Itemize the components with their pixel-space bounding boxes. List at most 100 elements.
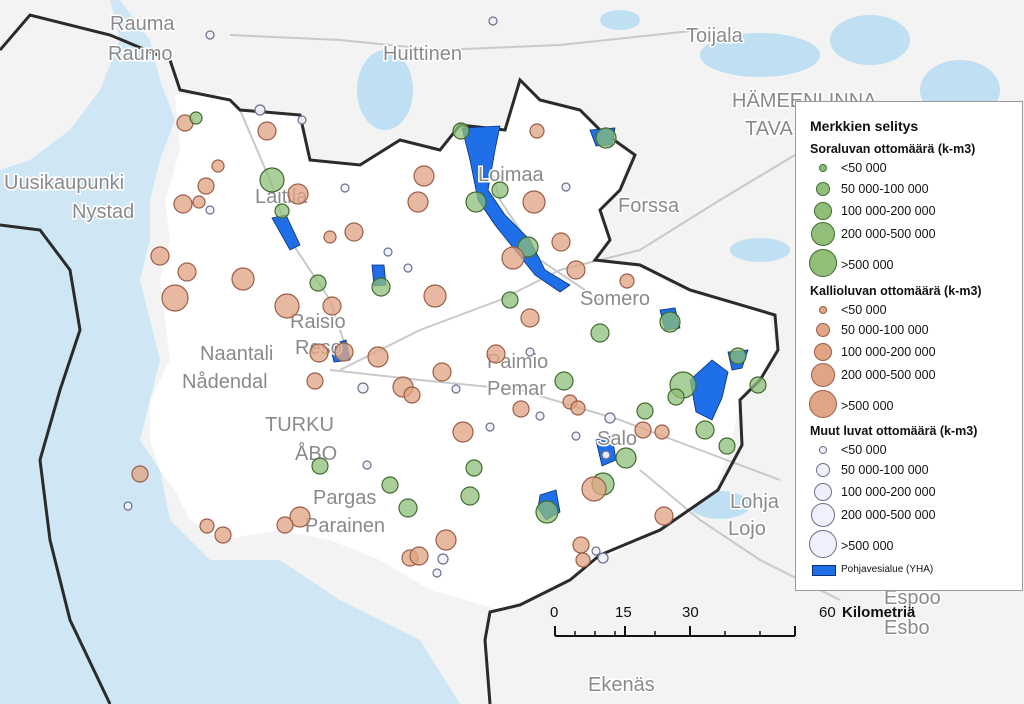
rock-permit-symbol [306, 372, 324, 390]
rock-permit-symbol [572, 536, 590, 554]
gravel-permit-symbol [465, 459, 483, 477]
other-permit-symbol [123, 501, 133, 511]
other-permit-symbol [451, 384, 461, 394]
rock-symbol [809, 390, 837, 418]
other-permit-symbol [488, 16, 498, 26]
gravel-permit-symbol [729, 347, 747, 365]
other-permit-symbol [571, 431, 581, 441]
other-permit-symbol [535, 411, 545, 421]
rock-permit-symbol [566, 260, 586, 280]
rock-permit-symbol [619, 273, 635, 289]
other-permit-symbol [403, 263, 413, 273]
legend-label: 200 000-500 000 [841, 508, 936, 522]
rock-permit-symbol [287, 183, 309, 205]
rock-permit-symbol [322, 296, 342, 316]
rock-permit-symbol [654, 506, 674, 526]
legend-label: <50 000 [841, 303, 887, 317]
rock-permit-symbol [512, 400, 530, 418]
legend-title: Merkkien selitys [810, 118, 919, 134]
rock-permit-symbol [276, 516, 294, 534]
groundwater-symbol [812, 565, 836, 576]
legend-item: >500 000 [796, 390, 1024, 418]
rock-symbol [814, 343, 832, 361]
rock-permit-symbol [413, 165, 435, 187]
gravel-permit-symbol [535, 500, 559, 524]
legend-item: 200 000-500 000 [796, 363, 1024, 389]
gravel-permit-symbol [189, 111, 203, 125]
gravel-symbol [814, 202, 832, 220]
gravel-permit-symbol [615, 447, 637, 469]
rock-permit-symbol [486, 344, 506, 364]
legend-label: 100 000-200 000 [841, 204, 936, 218]
legend-label: <50 000 [841, 161, 887, 175]
gravel-permit-symbol [659, 311, 681, 333]
other-symbol [819, 446, 827, 454]
place-name: Pargas [313, 487, 376, 509]
place-name: Pemar [487, 378, 546, 400]
other-permit-symbol [591, 546, 601, 556]
rock-permit-symbol [570, 400, 586, 416]
place-name: Toijala [686, 25, 744, 47]
place-name: Salo [597, 428, 637, 450]
other-permit-symbol [597, 552, 609, 564]
scale-unit: Kilometriä [842, 604, 916, 621]
gravel-symbol [819, 164, 827, 172]
other-symbol [814, 483, 832, 501]
scale-bar-graphic [554, 626, 796, 637]
legend-item: >500 000 [796, 249, 1024, 277]
place-name: Lohja [730, 491, 780, 513]
rock-permit-symbol [529, 123, 545, 139]
gravel-symbol [811, 222, 835, 246]
rock-permit-symbol [334, 342, 354, 362]
rock-permit-symbol [197, 177, 215, 195]
rock-permit-symbol [323, 230, 337, 244]
other-permit-symbol [601, 450, 611, 460]
legend-label: >500 000 [841, 539, 894, 553]
rock-permit-symbol [501, 246, 525, 270]
legend-label: 200 000-500 000 [841, 368, 936, 382]
scale-tick-label: 30 [682, 604, 699, 621]
other-permit-symbol [205, 30, 215, 40]
rock-permit-symbol [409, 546, 429, 566]
lake [730, 238, 790, 262]
rock-permit-symbol [274, 293, 300, 319]
rock-permit-symbol [177, 262, 197, 282]
rock-permit-symbol [452, 421, 474, 443]
groundwater-label: Pohjavesialue (YHA) [841, 564, 934, 575]
other-permit-symbol [485, 422, 495, 432]
rock-permit-symbol [150, 246, 170, 266]
rock-permit-symbol [173, 194, 193, 214]
rock-permit-symbol [211, 159, 225, 173]
rock-permit-symbol [423, 284, 447, 308]
scale-tick-label: 15 [615, 604, 632, 621]
place-name: Somero [580, 288, 650, 310]
legend-label: 100 000-200 000 [841, 485, 936, 499]
scale-tick-label: 0 [550, 604, 559, 621]
other-permit-symbol [297, 115, 307, 125]
rock-permit-symbol [575, 552, 591, 568]
rock-permit-symbol [199, 518, 215, 534]
rock-permit-symbol [551, 232, 571, 252]
rock-symbol [816, 323, 830, 337]
other-permit-symbol [357, 382, 369, 394]
gravel-permit-symbol [667, 388, 685, 406]
other-permit-symbol [437, 553, 449, 565]
gravel-permit-symbol [452, 122, 470, 140]
gravel-permit-symbol [309, 274, 327, 292]
rock-permit-symbol [403, 386, 421, 404]
other-permit-symbol [205, 205, 215, 215]
legend-label: 50 000-100 000 [841, 323, 929, 337]
rock-permit-symbol [634, 421, 652, 439]
place-name: Nådendal [182, 371, 268, 393]
scale-tick-label: 60 [819, 604, 836, 621]
gravel-permit-symbol [460, 486, 480, 506]
rock-permit-symbol [161, 284, 189, 312]
place-name: Ekenäs [588, 674, 655, 696]
gravel-permit-symbol [259, 167, 285, 193]
rock-permit-symbol [407, 191, 429, 213]
gravel-permit-symbol [398, 498, 418, 518]
rock-permit-symbol [522, 190, 546, 214]
gravel-permit-symbol [501, 291, 519, 309]
region-border [0, 223, 112, 704]
place-name: Naantali [200, 343, 273, 365]
